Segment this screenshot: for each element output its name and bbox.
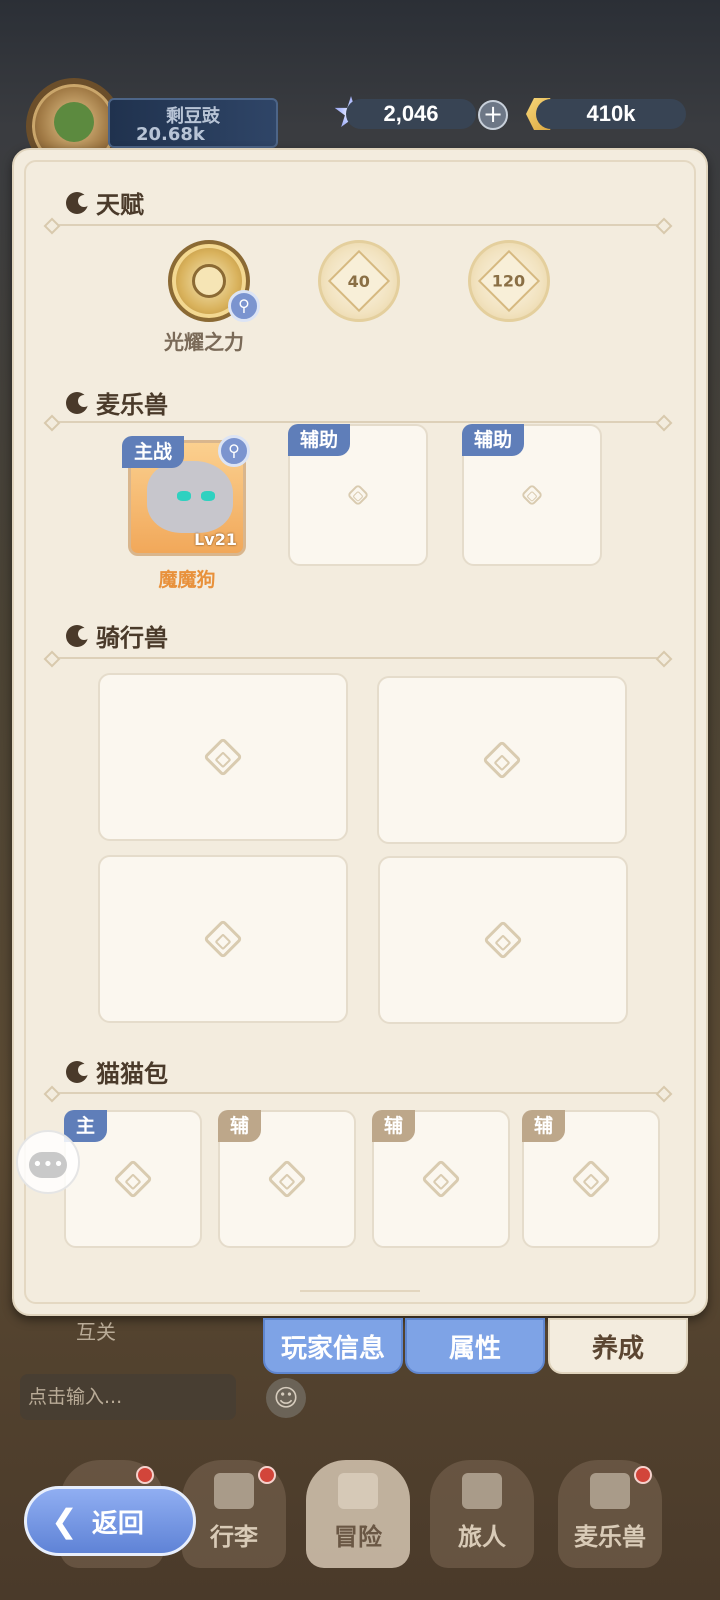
talent-main-label: 光耀之力 <box>164 330 244 354</box>
assist-pet-slot-1[interactable]: 辅助 <box>288 424 428 566</box>
catbag-section-title: 猫猫包 <box>66 1054 168 1089</box>
section-moon-icon <box>66 191 90 214</box>
traveler-icon <box>462 1473 502 1509</box>
mount-title-text: 骑行兽 <box>96 624 168 652</box>
pet-level: Lv21 <box>194 530 237 549</box>
chest-icon <box>214 1473 254 1509</box>
mutual-follow-label: 互关 <box>76 1320 116 1344</box>
mount-section-title: 骑行兽 <box>66 618 168 653</box>
talent-title-text: 天赋 <box>96 191 144 219</box>
catbag-slot-assist-1[interactable]: 辅 <box>218 1110 356 1248</box>
mount-slot-2[interactable] <box>377 676 627 844</box>
pet-name: 魔魔狗 <box>158 569 216 591</box>
notification-dot <box>258 1466 276 1484</box>
back-label: 返回 <box>91 1508 144 1539</box>
tab-growth[interactable]: 养成 <box>548 1318 688 1374</box>
tab-player-info[interactable]: 玩家信息 <box>263 1318 403 1374</box>
talent-locked-120[interactable]: 120 <box>468 240 550 322</box>
player-namebar: 剩豆豉 20.68k <box>108 98 278 148</box>
locked-diamond-icon: 40 <box>327 249 391 313</box>
nav-adventure[interactable]: 冒险 <box>306 1460 410 1568</box>
crossed-swords-icon <box>338 1473 378 1509</box>
back-button[interactable]: ❮ 返回 <box>24 1486 196 1556</box>
main-battle-tag: 主战 <box>122 436 185 468</box>
chat-input[interactable]: 点击输入... <box>20 1374 236 1420</box>
talent-emblem-icon <box>192 264 226 298</box>
chat-icon: ••• <box>29 1152 67 1178</box>
pet-eye <box>177 491 191 501</box>
add-slot-icon <box>483 920 523 960</box>
add-gems-button[interactable]: + <box>478 100 508 130</box>
notification-dot <box>136 1466 154 1484</box>
tab-attributes[interactable]: 属性 <box>405 1318 545 1374</box>
add-slot-icon <box>571 1159 611 1199</box>
talent-section-title: 天赋 <box>66 185 144 220</box>
catbag-assist-tag: 辅 <box>522 1110 566 1142</box>
assist-tag: 辅助 <box>462 424 525 456</box>
catbag-main-tag: 主 <box>64 1110 108 1142</box>
section-moon-icon <box>66 1060 90 1083</box>
catbag-slot-main[interactable]: 主 <box>64 1110 202 1248</box>
section-divider <box>50 657 666 659</box>
add-slot-icon <box>421 1159 461 1199</box>
section-divider <box>50 224 666 226</box>
gold-count: 410k <box>536 99 686 129</box>
mailebeast-title-text: 麦乐兽 <box>96 391 168 419</box>
nav-mailebeast[interactable]: 麦乐兽 <box>558 1460 662 1568</box>
cat-beast-icon <box>590 1473 630 1509</box>
pet-eye <box>201 491 215 501</box>
unlock-level-label: 40 <box>347 271 371 291</box>
pet-search-icon[interactable]: ⚲ <box>218 435 250 467</box>
mount-slot-1[interactable] <box>98 673 348 841</box>
panel-bottom-ornament <box>300 1260 420 1292</box>
locked-diamond-icon: 120 <box>477 249 541 313</box>
add-slot-icon <box>113 1159 153 1199</box>
catbag-assist-tag: 辅 <box>372 1110 416 1142</box>
player-power: 20.68k <box>136 124 205 145</box>
nav-luggage[interactable]: 行李 <box>182 1460 286 1568</box>
talent-search-icon[interactable]: ⚲ <box>228 290 260 322</box>
nav-travelers[interactable]: 旅人 <box>430 1460 534 1568</box>
section-moon-icon <box>66 624 90 647</box>
section-divider <box>50 1092 666 1094</box>
nav-adventure-label: 冒险 <box>334 1523 382 1551</box>
assist-tag: 辅助 <box>288 424 351 456</box>
nav-luggage-label: 行李 <box>210 1523 258 1551</box>
mount-slot-3[interactable] <box>98 855 348 1023</box>
gem-count: 2,046 <box>346 99 476 129</box>
player-profile[interactable]: 剩豆豉 20.68k <box>8 78 288 174</box>
add-slot-icon <box>482 740 522 780</box>
assist-pet-slot-2[interactable]: 辅助 <box>462 424 602 566</box>
catbag-assist-tag: 辅 <box>218 1110 262 1142</box>
section-moon-icon <box>66 391 90 414</box>
mount-slot-4[interactable] <box>378 856 628 1024</box>
add-slot-icon <box>203 919 243 959</box>
talent-locked-40[interactable]: 40 <box>318 240 400 322</box>
back-arrow-icon: ❮ <box>51 1502 78 1540</box>
avatar-image <box>54 102 94 142</box>
add-slot-icon <box>346 483 370 507</box>
section-divider <box>50 421 666 423</box>
catbag-slot-assist-3[interactable]: 辅 <box>522 1110 660 1248</box>
emoji-button[interactable]: ☺ <box>266 1378 306 1418</box>
chat-bubble-button[interactable]: ••• <box>16 1130 80 1194</box>
catbag-title-text: 猫猫包 <box>96 1060 168 1088</box>
mailebeast-section-title: 麦乐兽 <box>66 385 168 420</box>
nav-travelers-label: 旅人 <box>458 1523 506 1551</box>
catbag-slot-assist-2[interactable]: 辅 <box>372 1110 510 1248</box>
nav-mailebeast-label: 麦乐兽 <box>574 1523 646 1551</box>
unlock-level-label: 120 <box>492 271 526 291</box>
add-slot-icon <box>203 737 243 777</box>
notification-dot <box>634 1466 652 1484</box>
add-slot-icon <box>267 1159 307 1199</box>
add-slot-icon <box>520 483 544 507</box>
